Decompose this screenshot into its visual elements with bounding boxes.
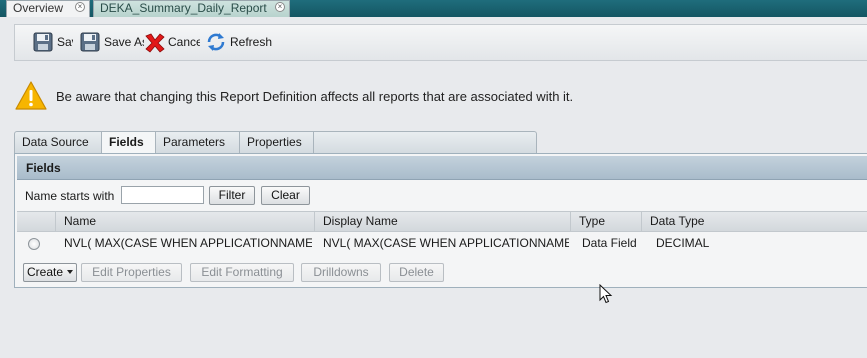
caret-down-icon xyxy=(67,270,73,274)
save-as-button[interactable]: Save As xyxy=(79,31,144,53)
table-row[interactable]: NVL( MAX(CASE WHEN APPLICATIONNAME NVL( … xyxy=(17,233,867,254)
filter-row: Name starts with Filter Clear xyxy=(17,181,867,210)
panel-header: Fields xyxy=(17,156,867,180)
cancel-label: Cancel xyxy=(168,35,200,49)
refresh-label: Refresh xyxy=(230,35,273,49)
name-filter-input[interactable] xyxy=(121,186,204,204)
column-header-data-type[interactable]: Data Type xyxy=(641,212,867,232)
tab-overview-label: Overview xyxy=(13,1,64,15)
warning-icon xyxy=(14,80,48,115)
refresh-button[interactable]: Refresh xyxy=(205,31,272,53)
edit-properties-button[interactable]: Edit Properties xyxy=(81,263,182,282)
clear-button[interactable]: Clear xyxy=(261,186,310,205)
floppy-disk-icon xyxy=(32,31,54,53)
toolbar: Save Save As Cancel xyxy=(14,24,867,61)
column-header-name[interactable]: Name xyxy=(55,212,314,232)
cell-data-type: DECIMAL xyxy=(656,236,710,250)
create-dropdown-button[interactable]: Create xyxy=(23,263,77,282)
filter-label: Name starts with xyxy=(25,189,115,203)
filter-button[interactable]: Filter xyxy=(209,186,255,205)
row-select-radio[interactable] xyxy=(28,238,40,250)
mouse-pointer-icon xyxy=(599,283,613,307)
save-label: Save xyxy=(57,35,73,49)
tab-deka-summary-daily-report[interactable]: DEKA_Summary_Daily_Report × xyxy=(93,0,290,17)
close-icon[interactable]: × xyxy=(75,2,85,12)
tab-fields[interactable]: Fields xyxy=(102,132,156,154)
delete-button[interactable]: Delete xyxy=(389,263,444,282)
cell-display-name: NVL( MAX(CASE WHEN APPLICATIONNAME xyxy=(323,236,569,250)
action-row: Create Edit Properties Edit Formatting D… xyxy=(17,258,867,284)
tab-overview[interactable]: Overview × xyxy=(6,0,90,17)
edit-formatting-button[interactable]: Edit Formatting xyxy=(190,263,294,282)
tab-report-label: DEKA_Summary_Daily_Report xyxy=(100,1,267,15)
tab-parameters[interactable]: Parameters xyxy=(156,132,240,153)
fields-table-header: Name Display Name Type Data Type xyxy=(17,211,867,232)
tab-data-source[interactable]: Data Source xyxy=(15,132,102,153)
warning-message: Be aware that changing this Report Defin… xyxy=(14,80,854,112)
panel-title: Fields xyxy=(26,161,61,175)
tab-properties[interactable]: Properties xyxy=(240,132,314,153)
cell-name: NVL( MAX(CASE WHEN APPLICATIONNAME xyxy=(64,236,312,250)
save-button[interactable]: Save xyxy=(32,31,73,53)
cell-type: Data Field xyxy=(582,236,637,250)
document-tab-bar: Overview × DEKA_Summary_Daily_Report × xyxy=(0,0,867,17)
column-header-type[interactable]: Type xyxy=(570,212,641,232)
warning-text: Be aware that changing this Report Defin… xyxy=(56,89,574,104)
fields-panel: Fields Name starts with Filter Clear Nam… xyxy=(14,153,867,288)
save-as-label: Save As xyxy=(104,35,144,49)
cancel-button[interactable]: Cancel xyxy=(143,31,200,53)
drilldowns-button[interactable]: Drilldowns xyxy=(301,263,381,282)
section-tab-bar: Data Source Fields Parameters Properties xyxy=(14,131,537,154)
refresh-icon xyxy=(205,31,227,53)
column-header-display-name[interactable]: Display Name xyxy=(314,212,570,232)
red-x-icon xyxy=(143,31,165,53)
create-label: Create xyxy=(27,265,64,279)
close-icon[interactable]: × xyxy=(275,2,285,12)
floppy-disk-icon xyxy=(79,31,101,53)
